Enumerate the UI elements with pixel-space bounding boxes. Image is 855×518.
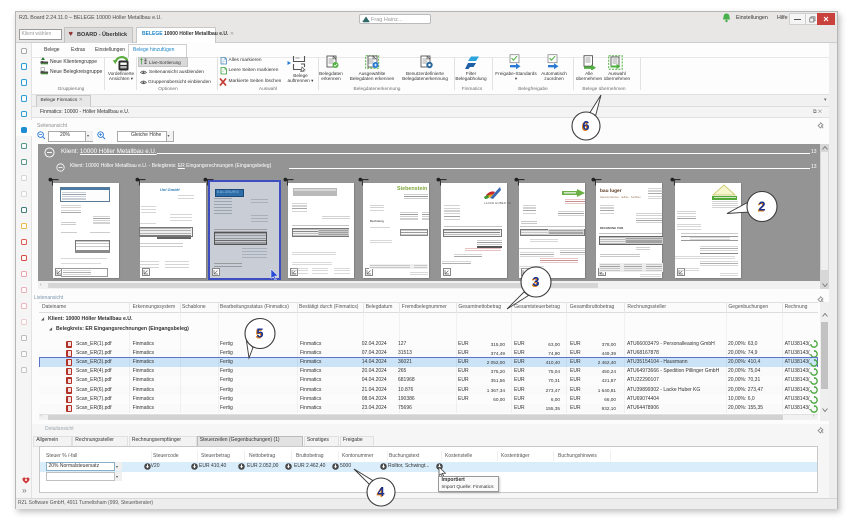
- svg-text:2: 2: [759, 200, 766, 214]
- svg-text:6: 6: [583, 119, 590, 133]
- svg-text:5: 5: [257, 327, 264, 341]
- svg-text:4: 4: [378, 485, 385, 499]
- svg-text:3: 3: [533, 275, 540, 289]
